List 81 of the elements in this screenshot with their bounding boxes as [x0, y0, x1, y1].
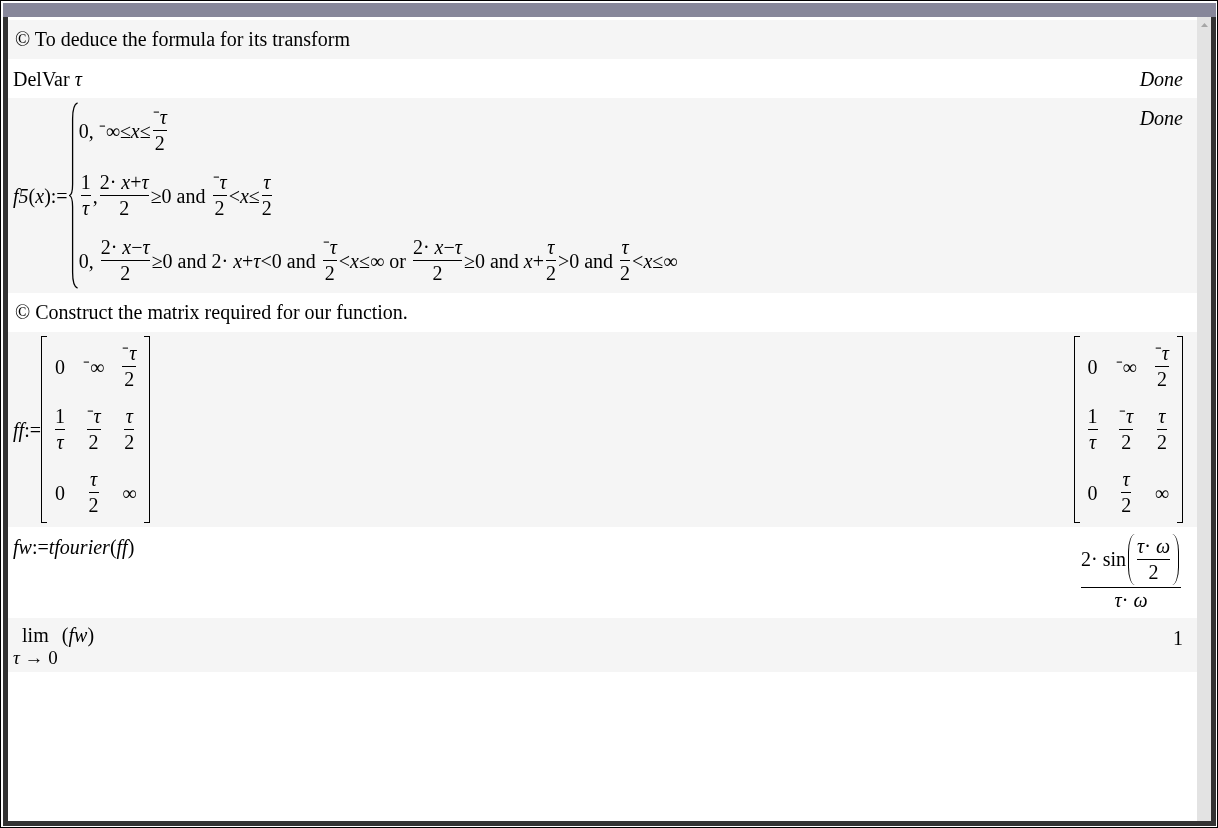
- formula-text: 2· x−τ: [412, 236, 462, 259]
- result-text: 0: [1087, 480, 1098, 506]
- bracket-icon: [144, 336, 151, 523]
- formula-text: 2: [324, 262, 335, 285]
- formula-text: 2: [261, 197, 272, 220]
- formula-text: τ: [90, 468, 98, 491]
- result-text: τ: [1122, 468, 1130, 491]
- result-text: 2: [1121, 431, 1132, 454]
- result-text: 2: [1148, 561, 1159, 584]
- formula-text: 2: [124, 431, 135, 454]
- result-text: τ· ω: [1137, 535, 1170, 558]
- formula-text: 2: [124, 368, 135, 391]
- result-text: 1: [1173, 625, 1183, 651]
- formula-text: ≥0 and: [150, 183, 207, 209]
- formula-text: 2: [154, 132, 165, 155]
- formula-text: 1: [54, 405, 65, 428]
- formula-text: <x≤: [228, 183, 260, 209]
- formula-text: ⁻τ: [212, 171, 227, 194]
- result-text: 2: [1156, 431, 1167, 454]
- result-text: Done: [1139, 105, 1183, 131]
- formula-text: 2: [119, 197, 130, 220]
- formula-text: ,: [92, 183, 98, 209]
- formula-text: 1: [80, 171, 91, 194]
- formula-text: 0: [54, 354, 65, 380]
- bracket-icon: [1073, 336, 1080, 523]
- formula-text: ⁻τ: [152, 106, 167, 129]
- result-text: ⁻τ: [1154, 342, 1169, 365]
- formula-text: ⁻∞: [82, 354, 105, 380]
- brace-icon: [68, 102, 78, 289]
- comment-text: © To deduce the formula for its transform: [14, 27, 350, 52]
- result-text: ⁻τ: [1119, 405, 1134, 428]
- formula-text: 2: [88, 431, 99, 454]
- formula-text: 2: [88, 494, 99, 517]
- result-text: τ· ω: [1114, 589, 1148, 612]
- formula-text: 0, ⁻∞≤x≤: [78, 118, 151, 144]
- formula-text: 2: [432, 262, 443, 285]
- result-text: Done: [1139, 66, 1183, 92]
- formula-text: 2· x+τ: [99, 171, 149, 194]
- formula-text: 2: [620, 262, 631, 285]
- comment-text: © Construct the matrix required for our function.: [14, 300, 408, 326]
- formula-text: τ: [56, 431, 64, 454]
- formula-text: τ: [547, 236, 555, 259]
- formula-text: τ: [82, 197, 90, 220]
- formula-text: 2: [214, 197, 225, 220]
- formula-text: 0,: [78, 248, 95, 274]
- formula-text: τ: [621, 236, 629, 259]
- scrollbar[interactable]: [1197, 17, 1211, 821]
- result-text: 0: [1087, 354, 1098, 380]
- formula-text: <x≤∞: [632, 248, 678, 274]
- result-text: 2: [1156, 368, 1167, 391]
- formula-text: τ: [125, 405, 133, 428]
- formula-text: f5(x):=: [13, 183, 68, 209]
- formula-text: τ → 0: [13, 648, 58, 668]
- formula-text: 0: [54, 480, 65, 506]
- formula-text: >0 and: [557, 248, 615, 274]
- result-text: 1: [1087, 405, 1098, 428]
- result-text: ⁻∞: [1115, 354, 1137, 380]
- formula-text: 2· x−τ: [100, 236, 150, 259]
- formula-text: (fw): [61, 623, 95, 648]
- result-text: τ: [1158, 405, 1166, 428]
- bracket-icon: [1177, 336, 1183, 523]
- result-text: τ: [1088, 431, 1097, 454]
- formula-text: ⁻τ: [322, 236, 337, 259]
- formula-text: ⁻τ: [86, 405, 101, 428]
- formula-text: τ: [263, 171, 271, 194]
- formula-text: ≥0 and x+: [463, 248, 544, 274]
- formula-text: ⁻τ: [122, 342, 137, 365]
- formula-text: lim: [22, 623, 49, 648]
- result-text: 2: [1121, 494, 1132, 517]
- formula-text: <x≤∞ or: [338, 248, 407, 274]
- bracket-icon: [40, 336, 47, 523]
- formula-text: ≥0 and 2· x+τ<0 and: [151, 248, 317, 274]
- formula-text: ff:=: [13, 417, 41, 443]
- formula-text: DelVar τ: [13, 66, 82, 92]
- formula-text: ∞: [122, 480, 137, 506]
- result-text: 2· sin: [1081, 548, 1127, 571]
- formula-text: 2: [120, 262, 131, 285]
- up-arrow-icon[interactable]: [1200, 23, 1208, 27]
- formula-text: fw:=tfourier(ff): [13, 534, 135, 560]
- result-text: ∞: [1154, 480, 1170, 506]
- formula-text: 2: [545, 262, 556, 285]
